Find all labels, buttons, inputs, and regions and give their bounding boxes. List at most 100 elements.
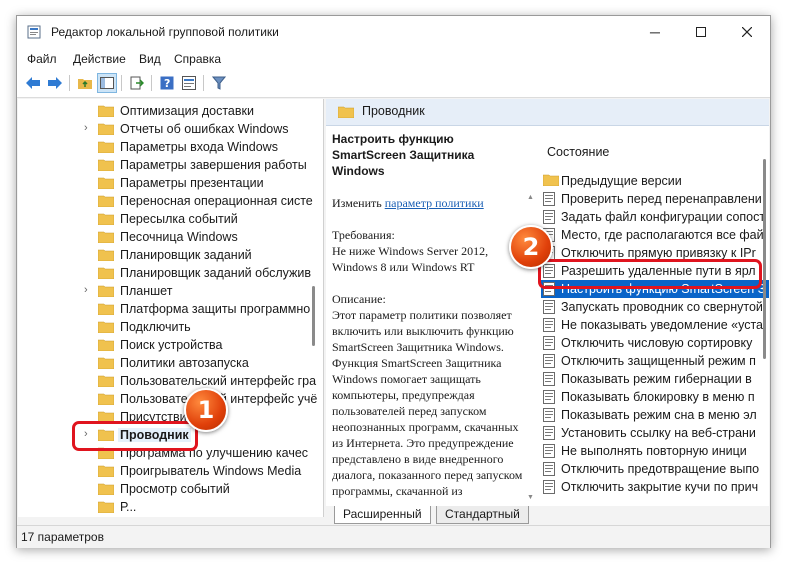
maximize-button[interactable] — [678, 16, 724, 48]
edit-policy-link[interactable]: параметр политики — [385, 196, 484, 210]
tree-item-label: Проигрыватель Windows Media — [120, 464, 302, 478]
folder-icon — [97, 141, 115, 154]
tree-item[interactable]: Просмотр событий — [18, 480, 308, 498]
tree-item-label: Отчеты об ошибках Windows — [120, 122, 289, 136]
minimize-icon: ─ — [650, 24, 660, 40]
folder-icon — [97, 213, 115, 226]
menu-file[interactable]: Файл — [27, 52, 57, 66]
column-header-state[interactable]: Состояние — [547, 145, 609, 159]
menu-view[interactable]: Вид — [139, 52, 161, 66]
tree-item[interactable]: Пользовательский интерфейс учё — [18, 390, 317, 408]
scroll-up-icon[interactable]: ▲ — [527, 194, 534, 201]
policy-description: Настроить функцию SmartScreen Защитника … — [332, 131, 527, 506]
status-text: 17 параметров — [21, 530, 104, 544]
details-pane: Проводник Настроить функцию SmartScreen … — [326, 99, 769, 506]
tab-standard[interactable]: Стандартный — [436, 506, 529, 524]
tree-item-label: Параметры завершения работы — [120, 158, 307, 172]
policy-setting-row[interactable]: Не выполнять повторную иници — [541, 442, 769, 460]
close-button[interactable] — [724, 16, 770, 48]
up-level-button[interactable] — [75, 73, 95, 93]
minimize-button[interactable]: ─ — [632, 16, 678, 48]
policy-setting-row[interactable]: Показывать режим сна в меню эл — [541, 406, 769, 424]
policy-setting-row[interactable]: Задать файл конфигурации сопост — [541, 208, 769, 226]
tree-item[interactable]: Поиск устройства — [18, 336, 308, 354]
tree-item-label: Планировщик заданий — [120, 248, 252, 262]
menu-action[interactable]: Действие — [73, 52, 126, 66]
scroll-down-icon[interactable]: ▼ — [527, 494, 534, 501]
policy-setting-row[interactable]: Показывать блокировку в меню п — [541, 388, 769, 406]
tree-item-label: Р... — [120, 500, 137, 514]
policy-setting-row[interactable]: Отключить защищенный режим п — [541, 352, 769, 370]
toolbar-separator — [69, 75, 70, 91]
tab-extended[interactable]: Расширенный — [334, 506, 431, 524]
help-button[interactable]: ? — [157, 73, 177, 93]
folder-icon — [97, 285, 115, 298]
requirements-text: Не ниже Windows Server 2012, Windows 8 и… — [332, 244, 489, 274]
list-folder-item[interactable]: Предыдущие версии — [541, 172, 769, 190]
policy-setting-label: Отключить предотвращение выпо — [561, 462, 760, 476]
tree-item[interactable]: Параметры входа Windows — [18, 138, 308, 156]
show-hide-tree-button[interactable] — [97, 73, 117, 93]
tree-item[interactable]: Проигрыватель Windows Media — [18, 462, 308, 480]
policy-setting-icon — [543, 408, 555, 422]
folder-icon — [97, 195, 115, 208]
policy-setting-icon — [543, 372, 555, 386]
tree-scrollbar[interactable] — [312, 286, 315, 346]
folder-icon — [97, 483, 115, 496]
tree-item[interactable]: Р... — [18, 498, 308, 516]
tree-item[interactable]: › Отчеты об ошибках Windows — [18, 120, 308, 138]
chevron-right-icon[interactable]: › — [84, 284, 94, 296]
tree-item-label: Параметры входа Windows — [120, 140, 278, 154]
policy-setting-row[interactable]: Запускать проводник со свернутой — [541, 298, 769, 316]
tree-item[interactable]: Переносная операционная систе — [18, 192, 313, 210]
policy-setting-row[interactable]: Отключить предотвращение выпо — [541, 460, 769, 478]
chevron-right-icon[interactable]: › — [84, 122, 94, 134]
tree-item[interactable]: Подключить — [18, 318, 308, 336]
policy-setting-row[interactable]: Проверить перед перенаправлени — [541, 190, 769, 208]
properties-button[interactable] — [179, 73, 199, 93]
close-icon — [742, 27, 752, 37]
toolbar: ? — [17, 70, 770, 98]
forward-button[interactable] — [45, 73, 65, 93]
menu-help[interactable]: Справка — [174, 52, 221, 66]
folder-icon — [97, 177, 115, 190]
highlight-smartscreen-setting — [538, 259, 762, 289]
tree-item[interactable]: Пересылка событий — [18, 210, 308, 228]
policy-setting-row[interactable]: Не показывать уведомление «уста — [541, 316, 769, 334]
policy-setting-label: Предыдущие версии — [561, 174, 682, 188]
policy-setting-icon — [543, 354, 555, 368]
filter-button[interactable] — [209, 73, 229, 93]
folder-icon — [338, 106, 354, 118]
folder-icon — [97, 339, 115, 352]
back-button[interactable] — [23, 73, 43, 93]
list-scrollbar[interactable] — [763, 159, 766, 359]
policy-setting-row[interactable]: Показывать режим гибернации в — [541, 370, 769, 388]
policy-setting-icon — [543, 210, 555, 224]
policy-setting-icon — [543, 300, 555, 314]
tree-item[interactable]: Оптимизация доставки — [18, 102, 308, 120]
tree-item[interactable]: Параметры презентации — [18, 174, 308, 192]
tree-item[interactable]: Платформа защиты программно — [18, 300, 310, 318]
tree-item[interactable]: Пользовательский интерфейс гра — [18, 372, 316, 390]
tree-item[interactable]: Планировщик заданий — [18, 246, 308, 264]
title-bar: Редактор локальной групповой политики ─ — [17, 16, 770, 48]
policy-setting-row[interactable]: Отключить закрытие кучи по прич — [541, 478, 769, 496]
export-list-button[interactable] — [127, 73, 147, 93]
toolbar-separator — [203, 75, 204, 91]
tree-item[interactable]: Планировщик заданий обслужив — [18, 264, 311, 282]
folder-icon — [97, 321, 115, 334]
policy-setting-row[interactable]: Место, где располагаются все фай — [541, 226, 769, 244]
policy-setting-row[interactable]: Установить ссылку на веб-страни — [541, 424, 769, 442]
folder-icon — [542, 174, 560, 188]
tree-item-label: Песочница Windows — [120, 230, 238, 244]
tree-item[interactable]: › Планшет — [18, 282, 308, 300]
policy-setting-row[interactable]: Отключить числовую сортировку — [541, 334, 769, 352]
tree-item[interactable]: Политики автозапуска — [18, 354, 308, 372]
tree-item[interactable]: Параметры завершения работы — [18, 156, 308, 174]
filter-icon — [212, 76, 226, 90]
folder-icon — [97, 231, 115, 244]
tree-item[interactable]: Песочница Windows — [18, 228, 308, 246]
description-block: Описание: Этот параметр политики позволя… — [332, 291, 527, 499]
export-list-icon — [130, 76, 144, 90]
details-header-title: Проводник — [362, 104, 425, 118]
